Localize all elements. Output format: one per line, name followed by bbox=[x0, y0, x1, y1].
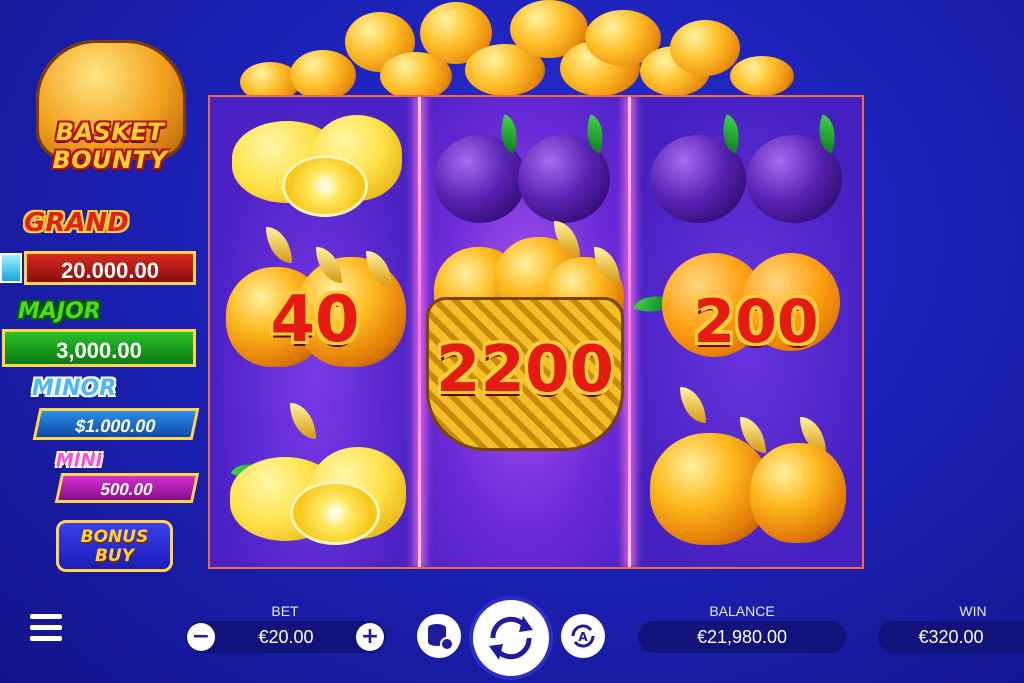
win-value: €320.00 bbox=[878, 621, 1024, 653]
golden-apple-icon bbox=[650, 387, 850, 547]
symbol-value: 200 bbox=[693, 287, 819, 357]
reel-grid: 40 2200 200 bbox=[208, 95, 864, 569]
spin-button[interactable] bbox=[473, 600, 549, 676]
reel-divider bbox=[628, 97, 631, 567]
jackpot-mini-label: MINI bbox=[56, 450, 103, 471]
reel-divider bbox=[418, 97, 421, 567]
balance-label: BALANCE bbox=[709, 603, 775, 619]
jackpot-major-label: MAJOR bbox=[18, 299, 101, 324]
plum-icon bbox=[650, 114, 850, 225]
jackpot-grand-label: GRAND bbox=[24, 208, 129, 238]
coins-settings-icon[interactable] bbox=[417, 614, 461, 658]
bet-label: BET bbox=[271, 603, 299, 619]
logo-title-line1: BASKET bbox=[55, 118, 165, 146]
lemon-icon bbox=[230, 397, 410, 547]
gem-icon bbox=[0, 253, 22, 283]
win-label: WIN bbox=[959, 603, 987, 619]
jackpot-mini-value: 500.00 bbox=[54, 473, 200, 503]
balance-value: €21,980.00 bbox=[638, 621, 846, 653]
bonus-buy-button[interactable]: BONUS BUY bbox=[56, 520, 173, 572]
symbol-value: 40 bbox=[270, 283, 360, 357]
plus-icon[interactable]: + bbox=[356, 623, 384, 651]
menu-icon[interactable] bbox=[30, 614, 62, 642]
jackpot-minor-label: MINOR bbox=[32, 376, 117, 401]
jackpot-minor-value: $1.000.00 bbox=[32, 408, 200, 440]
logo-title-line2: BOUNTY bbox=[52, 146, 168, 174]
golden-fruit-pile bbox=[240, 0, 800, 102]
plum-icon bbox=[434, 114, 614, 225]
lemon-icon bbox=[232, 115, 402, 217]
jackpot-grand-value: 20.000.00 bbox=[24, 251, 196, 285]
svg-text:A: A bbox=[578, 630, 588, 644]
bonus-buy-line1: BONUS bbox=[80, 527, 149, 547]
game-logo: BASKET BOUNTY bbox=[26, 22, 194, 182]
bonus-buy-line2: BUY bbox=[94, 546, 135, 566]
spin-icon bbox=[489, 616, 533, 660]
symbol-value: 2200 bbox=[435, 333, 615, 407]
jackpot-major-value: 3,000.00 bbox=[2, 329, 196, 367]
autoplay-icon[interactable]: A bbox=[561, 614, 605, 658]
minus-icon[interactable]: − bbox=[187, 623, 215, 651]
